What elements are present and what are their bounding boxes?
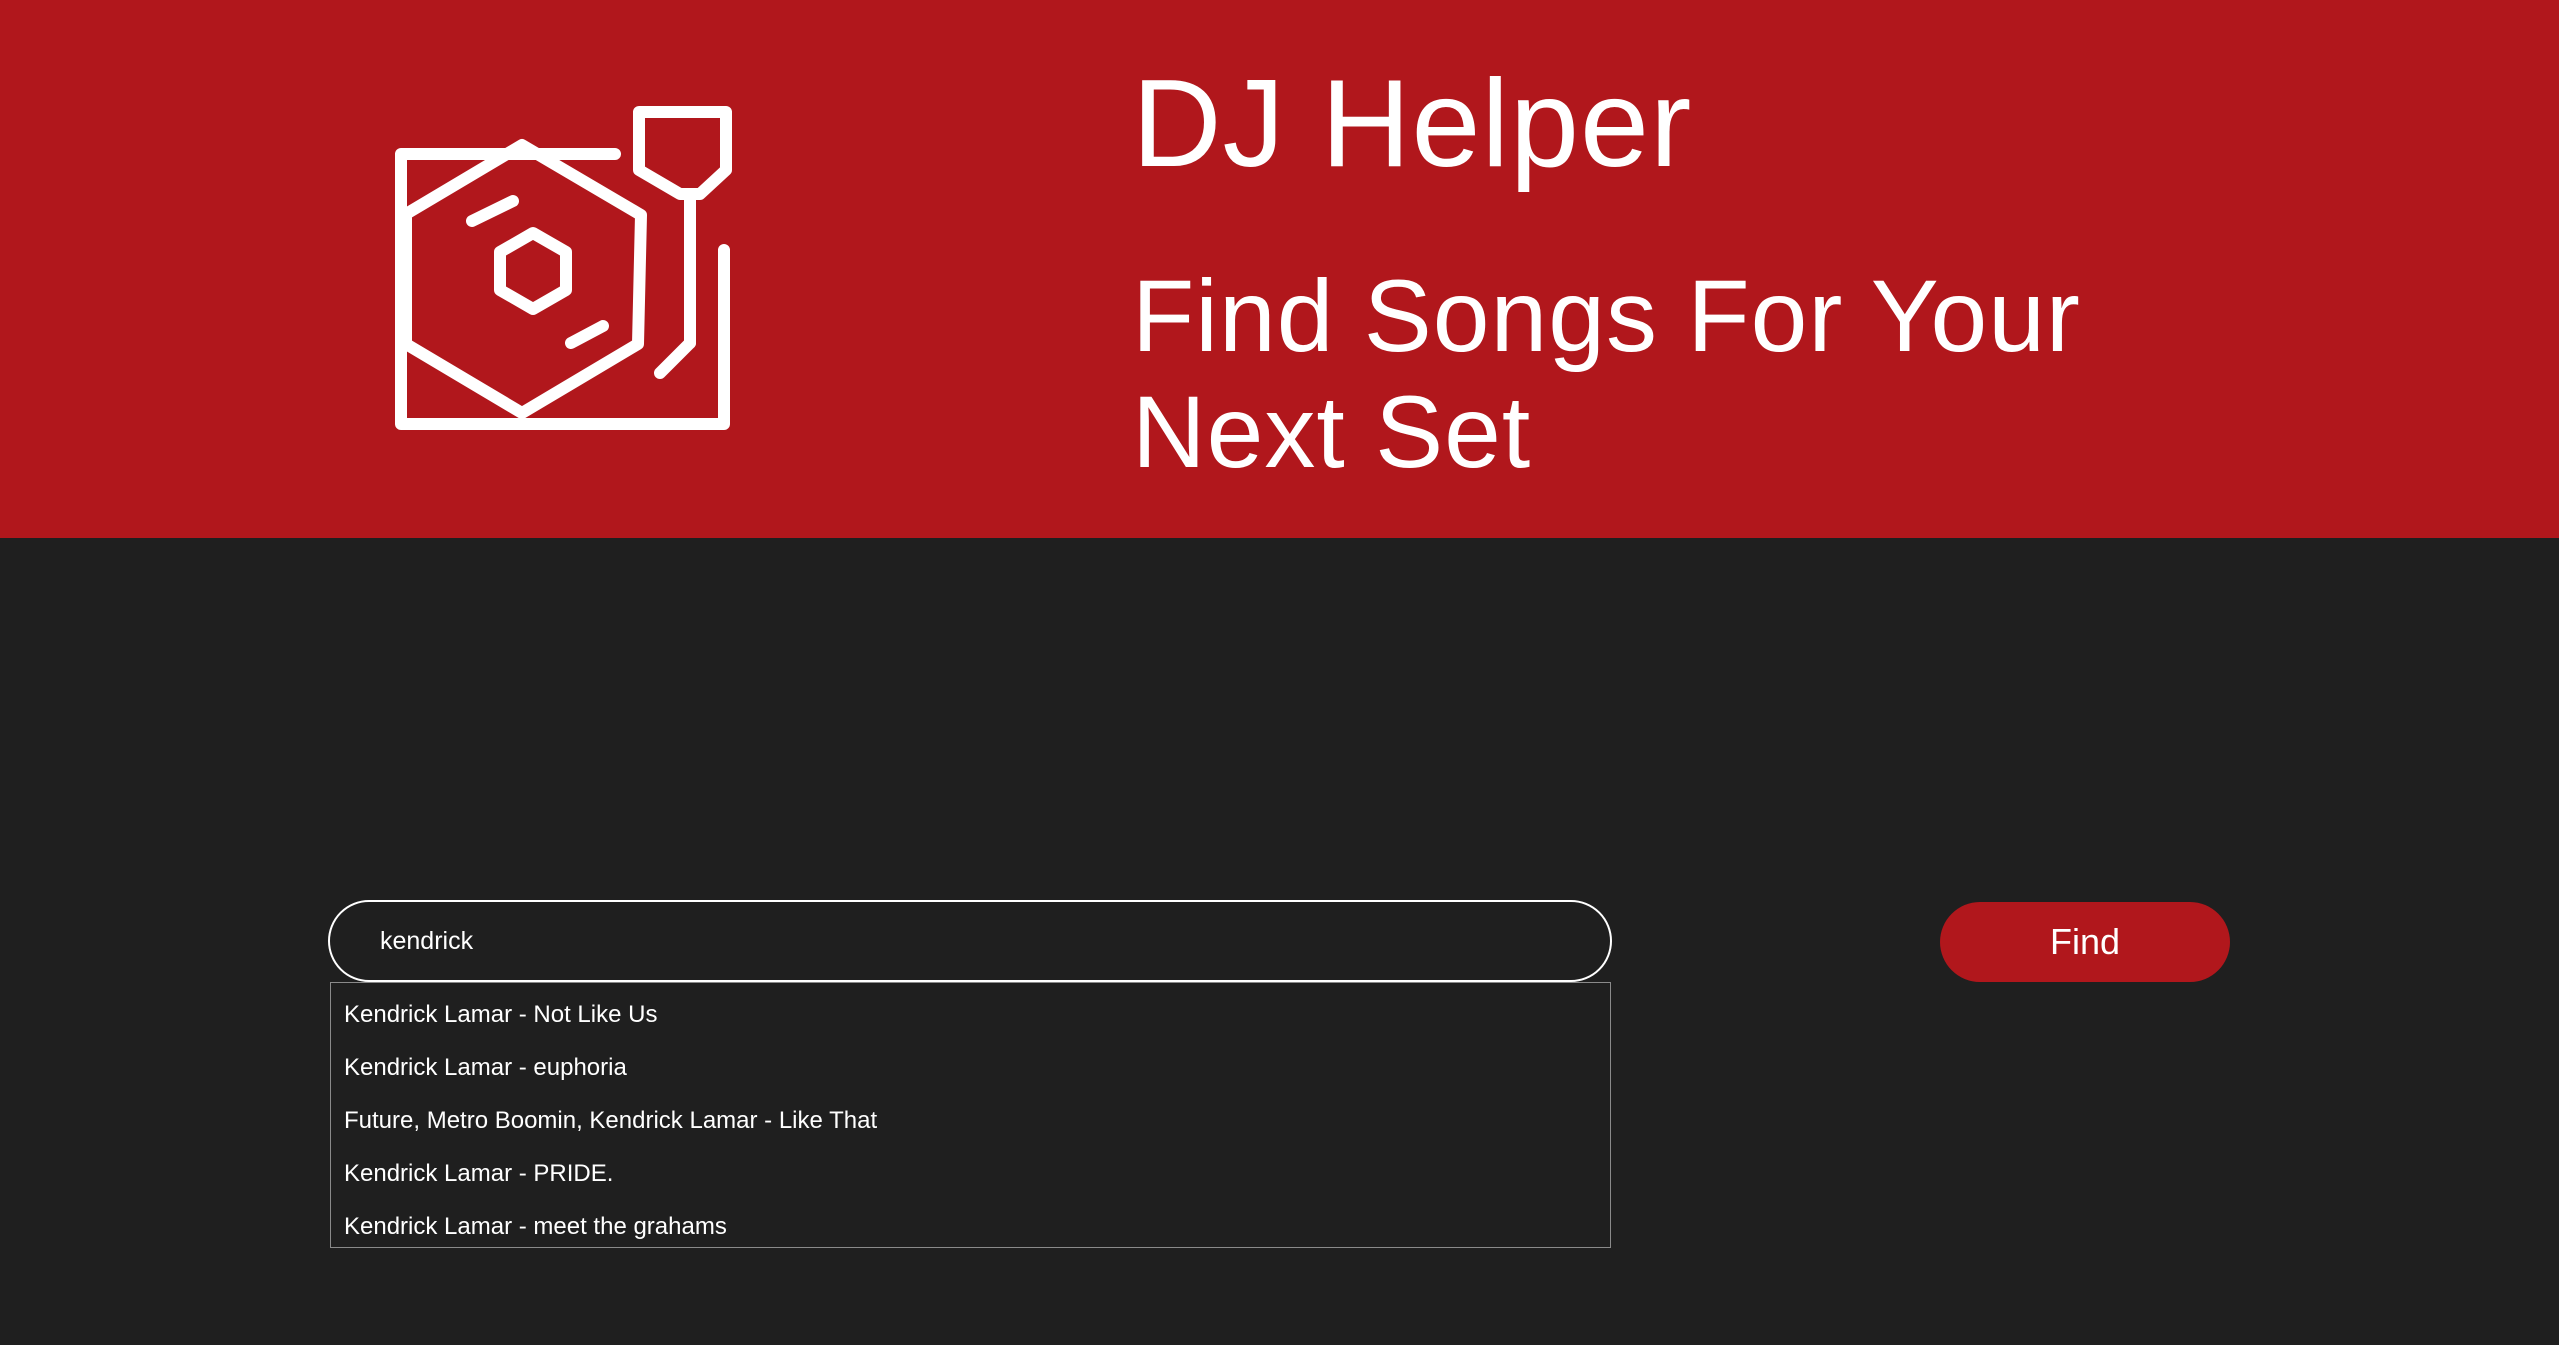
suggestion-item[interactable]: Kendrick Lamar - meet the grahams — [331, 1200, 1610, 1253]
suggestion-item[interactable]: Future, Metro Boomin, Kendrick Lamar - L… — [331, 1094, 1610, 1147]
app-subtitle: Find Songs For Your Next Set — [1132, 259, 2081, 489]
autocomplete-dropdown: Kendrick Lamar - Not Like Us Kendrick La… — [330, 982, 1611, 1248]
app-header: DJ Helper Find Songs For Your Next Set — [0, 0, 2559, 538]
song-search-input[interactable] — [328, 900, 1612, 982]
suggestion-item[interactable]: Kendrick Lamar - Not Like Us — [331, 988, 1610, 1041]
app-title: DJ Helper — [1132, 55, 1693, 193]
turntable-icon — [395, 106, 732, 430]
suggestion-item[interactable]: Kendrick Lamar - PRIDE. — [331, 1147, 1610, 1200]
suggestion-item[interactable]: Kendrick Lamar - euphoria — [331, 1041, 1610, 1094]
find-button[interactable]: Find — [1940, 902, 2230, 982]
